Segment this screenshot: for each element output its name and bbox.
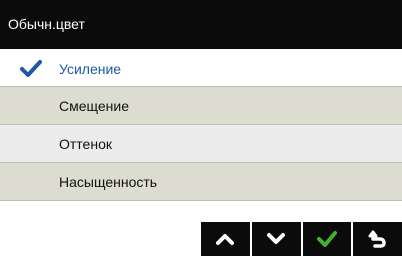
menu-item-label: Усиление: [59, 61, 122, 77]
checkmark-icon: [316, 231, 337, 247]
down-button[interactable]: [251, 222, 303, 256]
menu-header: Обычн.цвет: [0, 0, 402, 49]
camera-menu-screen: Обычн.цвет Усиление Смещение Оттенок Нас…: [0, 0, 402, 256]
menu-item-label: Смещение: [59, 98, 130, 114]
menu-title: Обычн.цвет: [8, 16, 85, 32]
chevron-up-icon: [216, 234, 235, 245]
up-button[interactable]: [201, 222, 252, 256]
menu-item-offset[interactable]: Смещение: [0, 87, 402, 125]
menu-item-label: Насыщенность: [59, 174, 158, 190]
menu-item-gain[interactable]: Усиление: [0, 50, 402, 87]
checkmark-icon: [20, 60, 42, 77]
menu-list: Усиление Смещение Оттенок Насыщенность: [0, 50, 402, 201]
menu-item-label: Оттенок: [59, 136, 112, 152]
chevron-down-icon: [267, 233, 286, 244]
back-button[interactable]: [353, 222, 402, 256]
return-icon: [368, 230, 386, 248]
ok-button[interactable]: [302, 222, 354, 256]
navigation-toolbar: [201, 222, 402, 256]
menu-item-saturation[interactable]: Насыщенность: [0, 163, 402, 201]
menu-item-hue[interactable]: Оттенок: [0, 125, 402, 163]
